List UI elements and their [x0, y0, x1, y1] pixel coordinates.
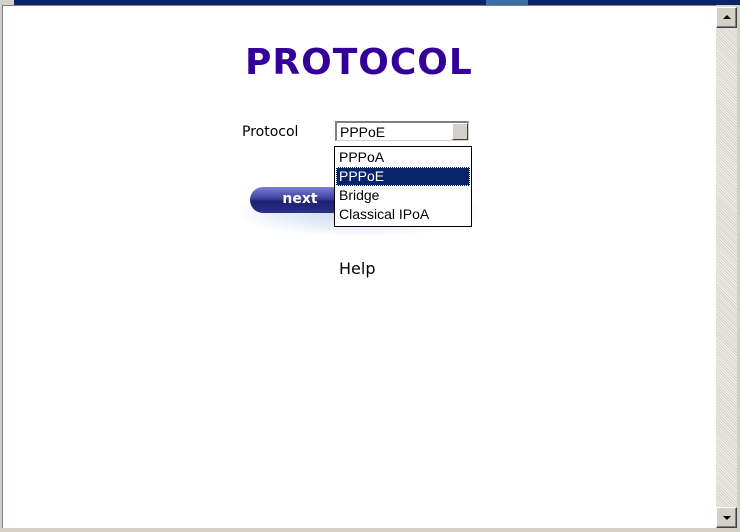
arrow-down-icon [723, 516, 731, 520]
dropdown-option-pppoe[interactable]: PPPoE [336, 167, 470, 186]
window-bottom-edge [0, 528, 740, 532]
page-title: PROTOCOL [245, 42, 473, 83]
chevron-down-icon[interactable] [452, 123, 468, 140]
protocol-select[interactable]: PPPoE [335, 121, 469, 141]
scroll-down-button[interactable] [716, 507, 737, 528]
arrow-up-icon [723, 15, 731, 19]
dropdown-option-pppoa[interactable]: PPPoA [336, 148, 470, 167]
protocol-select-value: PPPoE [340, 124, 386, 140]
dropdown-option-bridge[interactable]: Bridge [336, 186, 470, 205]
protocol-dropdown-list: PPPoA PPPoE Bridge Classical IPoA [334, 146, 472, 227]
protocol-label: Protocol [242, 124, 299, 140]
scroll-up-button[interactable] [716, 7, 737, 28]
vertical-scrollbar[interactable] [716, 6, 737, 528]
help-link[interactable]: Help [339, 259, 375, 278]
dropdown-option-classical-ipoa[interactable]: Classical IPoA [336, 205, 470, 224]
